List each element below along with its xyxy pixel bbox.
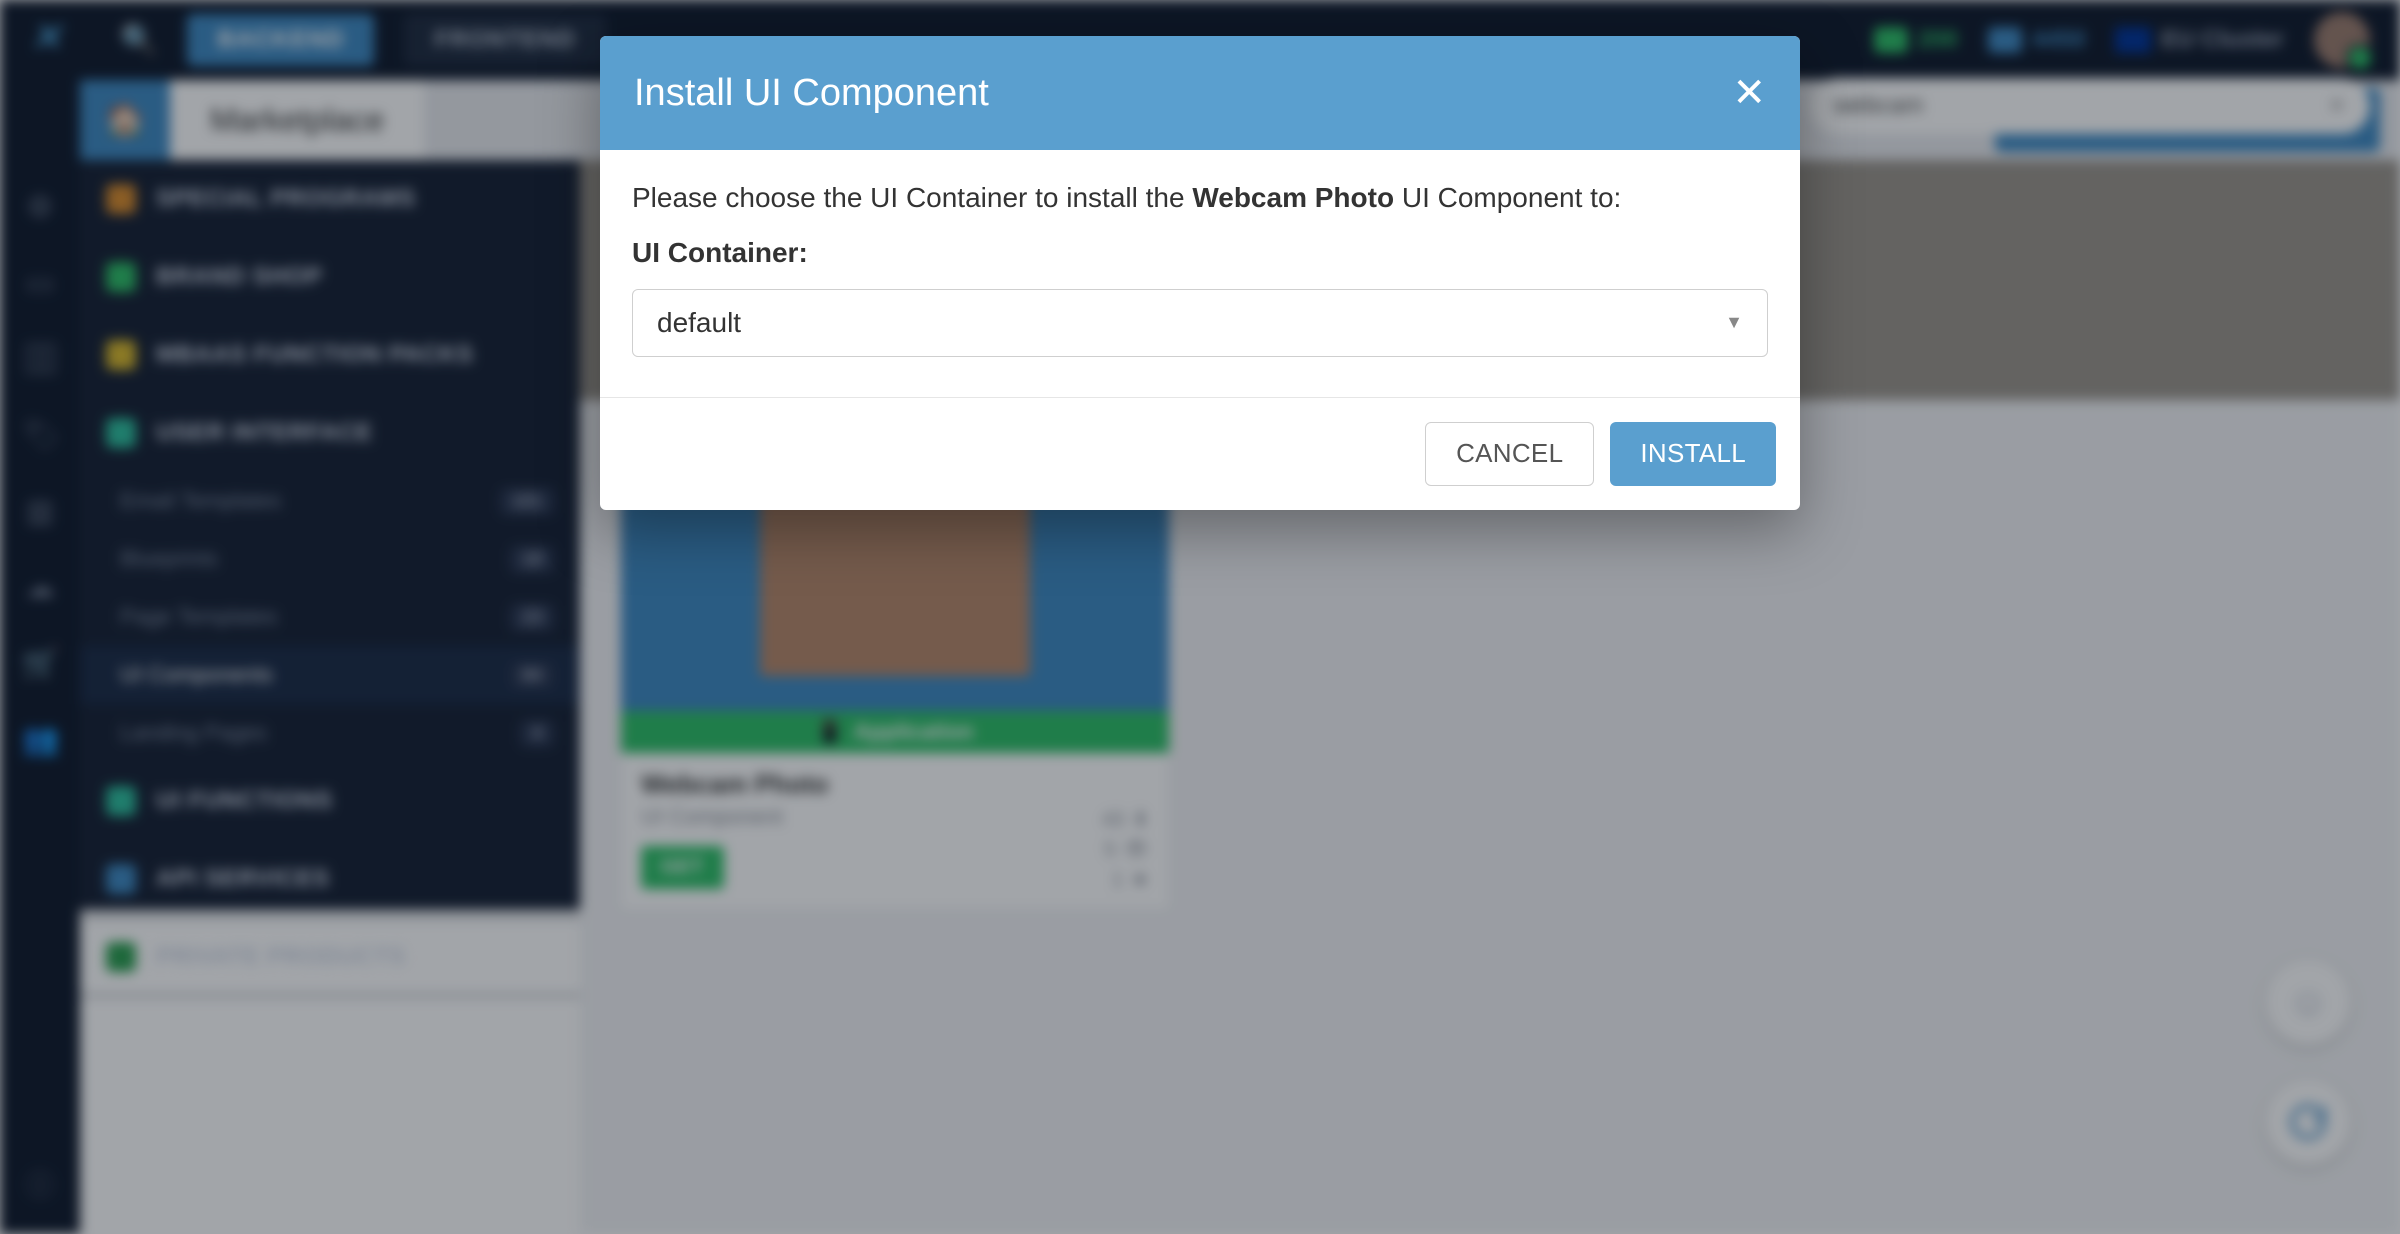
close-icon[interactable]: ✕	[1732, 70, 1766, 116]
cancel-button[interactable]: CANCEL	[1425, 422, 1594, 486]
ui-container-select[interactable]: default ▼	[632, 289, 1768, 357]
select-value: default	[657, 301, 741, 344]
install-button[interactable]: INSTALL	[1610, 422, 1776, 486]
modal-body: Please choose the UI Container to instal…	[600, 150, 1800, 397]
install-modal: Install UI Component ✕ Please choose the…	[600, 36, 1800, 510]
modal-footer: CANCEL INSTALL	[600, 397, 1800, 510]
field-label: UI Container:	[632, 231, 1768, 274]
modal-header: Install UI Component ✕	[600, 36, 1800, 150]
modal-body-pre: Please choose the UI Container to instal…	[632, 182, 1192, 213]
chevron-down-icon: ▼	[1725, 309, 1743, 337]
modal-description: Please choose the UI Container to instal…	[632, 176, 1768, 219]
modal-title: Install UI Component	[634, 72, 989, 115]
modal-body-post: UI Component to:	[1394, 182, 1621, 213]
modal-body-component: Webcam Photo	[1192, 182, 1394, 213]
